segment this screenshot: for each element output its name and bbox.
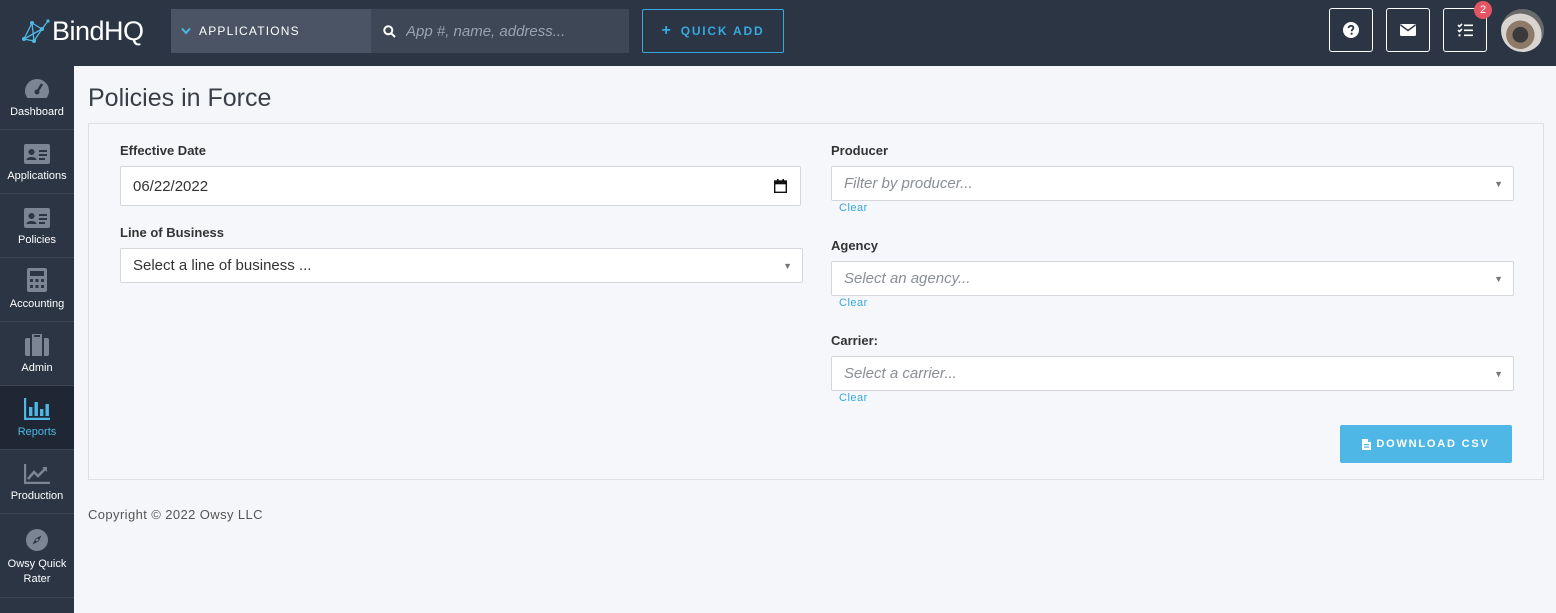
carrier-label: Carrier: [831, 333, 878, 348]
sidebar: Dashboard Applications Policies Accounti… [0, 66, 74, 613]
sidebar-item-label: Owsy Quick Rater [7, 558, 67, 585]
search-input[interactable] [406, 22, 606, 40]
line-of-business-select[interactable]: Select a line of business ... ▼ [120, 248, 803, 283]
agency-select[interactable]: Select an agency... ▼ [831, 261, 1514, 296]
dashboard-gauge-icon [24, 78, 50, 100]
brand-name: BindHQ [52, 15, 144, 46]
applications-dropdown-label: APPLICATIONS [199, 24, 300, 38]
sidebar-item-label: Reports [17, 426, 57, 438]
calendar-icon[interactable] [774, 179, 787, 193]
sidebar-item-label: Policies [18, 234, 56, 246]
caret-down-icon: ▼ [1494, 273, 1503, 284]
sidebar-item-label: Production [10, 490, 64, 502]
download-csv-label: DOWNLOAD CSV [1376, 438, 1490, 450]
file-icon [1362, 438, 1372, 450]
bindhq-logo[interactable]: BindHQ [20, 15, 144, 47]
sidebar-item-owsy-quick-rater[interactable]: Owsy Quick Rater [0, 514, 74, 598]
sidebar-item-dashboard[interactable]: Dashboard [0, 66, 74, 130]
sidebar-item-admin[interactable]: Admin [0, 322, 74, 386]
clear-carrier-link[interactable]: Clear [839, 392, 868, 404]
bar-chart-icon [24, 398, 50, 420]
clear-producer-link[interactable]: Clear [839, 202, 868, 214]
caret-down-icon: ▼ [1494, 368, 1503, 379]
sidebar-item-label: Applications [7, 170, 67, 182]
effective-date-input[interactable]: 06/22/2022 [120, 166, 801, 206]
chevron-down-icon [181, 27, 191, 35]
id-card-icon [24, 208, 50, 228]
help-button[interactable] [1329, 8, 1373, 52]
search-icon [383, 24, 396, 38]
search-box [371, 9, 629, 53]
sidebar-item-applications[interactable]: Applications [0, 130, 74, 194]
sidebar-item-label: Accounting [9, 298, 65, 310]
applications-dropdown[interactable]: APPLICATIONS [171, 9, 371, 53]
effective-date-label: Effective Date [120, 143, 206, 158]
carrier-select[interactable]: Select a carrier... ▼ [831, 356, 1514, 391]
id-card-icon [24, 144, 50, 164]
briefcase-icon [25, 334, 49, 356]
quick-add-button[interactable]: + QUICK ADD [642, 9, 784, 53]
effective-date-value: 06/22/2022 [133, 177, 209, 195]
download-csv-button[interactable]: DOWNLOAD CSV [1340, 425, 1512, 463]
user-avatar[interactable] [1501, 9, 1544, 52]
agency-label: Agency [831, 238, 878, 253]
page-title: Policies in Force [88, 84, 272, 112]
line-of-business-placeholder: Select a line of business ... [133, 257, 312, 274]
task-count-badge: 2 [1474, 1, 1492, 19]
line-of-business-label: Line of Business [120, 225, 225, 240]
sidebar-item-accounting[interactable]: Accounting [0, 258, 74, 322]
question-circle-icon [1343, 22, 1359, 38]
producer-select[interactable]: Filter by producer... ▼ [831, 166, 1514, 201]
plus-icon: + [661, 22, 673, 39]
producer-placeholder: Filter by producer... [844, 175, 973, 192]
top-navbar: BindHQ APPLICATIONS + QUICK ADD [0, 0, 1556, 66]
line-chart-icon [24, 464, 50, 484]
caret-down-icon: ▼ [1494, 178, 1503, 189]
agency-placeholder: Select an agency... [844, 270, 971, 287]
sidebar-item-production[interactable]: Production [0, 450, 74, 514]
tasks-button[interactable]: 2 [1443, 1, 1492, 52]
checklist-icon [1456, 22, 1473, 36]
sidebar-item-reports[interactable]: Reports [0, 386, 74, 450]
calculator-icon [27, 268, 47, 292]
producer-label: Producer [831, 143, 889, 158]
sidebar-item-label: Admin [21, 362, 53, 374]
footer-copyright: Copyright © 2022 Owsy LLC [88, 507, 263, 522]
network-logo-icon [22, 19, 50, 43]
compass-icon [26, 529, 48, 551]
clear-agency-link[interactable]: Clear [839, 297, 868, 309]
envelope-icon [1400, 24, 1416, 36]
carrier-placeholder: Select a carrier... [844, 365, 957, 382]
sidebar-item-label: Dashboard [10, 106, 64, 118]
caret-down-icon: ▼ [783, 260, 792, 271]
sidebar-item-policies[interactable]: Policies [0, 194, 74, 258]
messages-button[interactable] [1386, 8, 1430, 52]
quick-add-label: QUICK ADD [680, 24, 765, 38]
